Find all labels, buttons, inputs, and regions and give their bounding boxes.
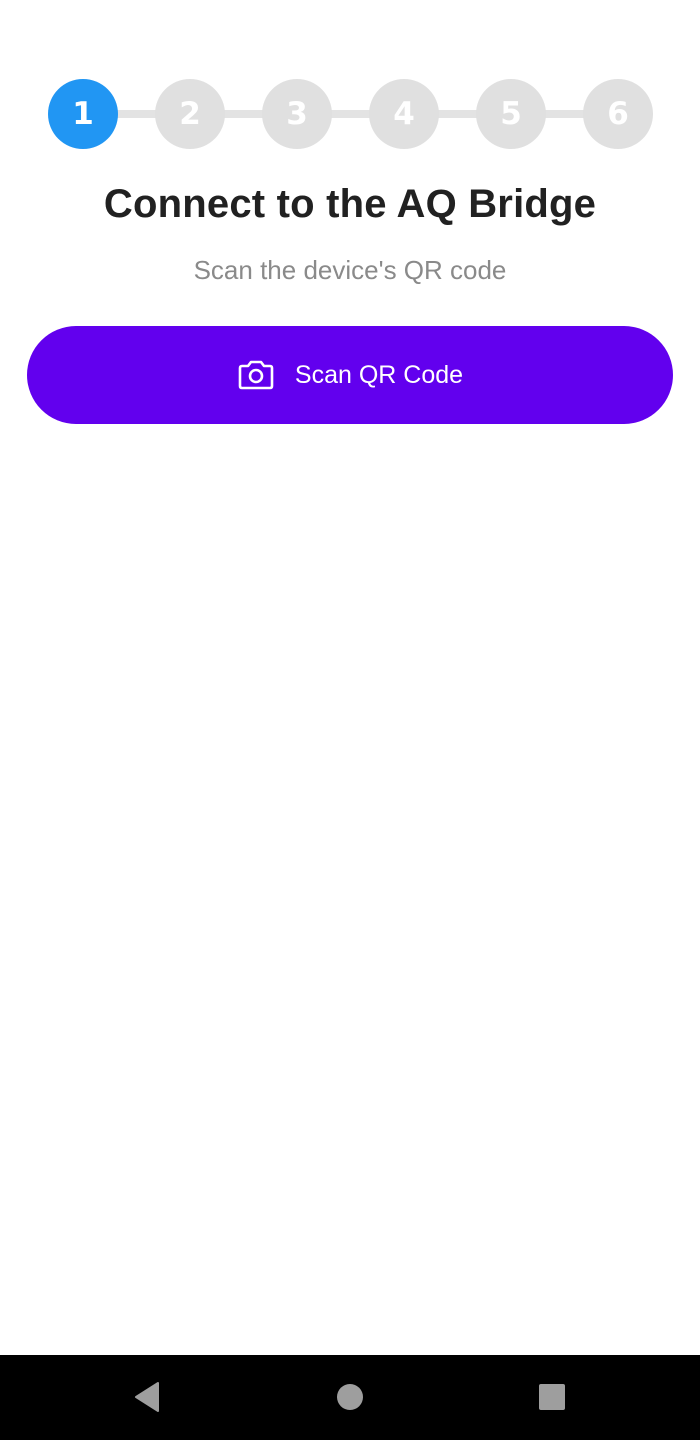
- back-triangle-icon[interactable]: [125, 1375, 169, 1419]
- step-2: 2: [155, 79, 225, 149]
- home-circle-icon[interactable]: [328, 1375, 372, 1419]
- system-nav-bar: [0, 1355, 700, 1440]
- step-6: 6: [583, 79, 653, 149]
- page-title: Connect to the AQ Bridge: [103, 182, 597, 226]
- step-5: 5: [476, 79, 546, 149]
- page-subtitle: Scan the device's QR code: [193, 255, 507, 285]
- screen: 1 2 3 4 5 6 Connect to the AQ Bridge Sca…: [0, 0, 700, 1440]
- step-1: 1: [48, 79, 118, 149]
- step-4: 4: [369, 79, 439, 149]
- recents-square-icon[interactable]: [530, 1375, 574, 1419]
- scan-qr-code-label: Scan QR Code: [294, 360, 464, 389]
- camera-icon: [237, 360, 275, 390]
- progress-stepper: 1 2 3 4 5 6: [48, 79, 653, 149]
- scan-qr-code-button[interactable]: Scan QR Code: [27, 326, 673, 424]
- step-3: 3: [262, 79, 332, 149]
